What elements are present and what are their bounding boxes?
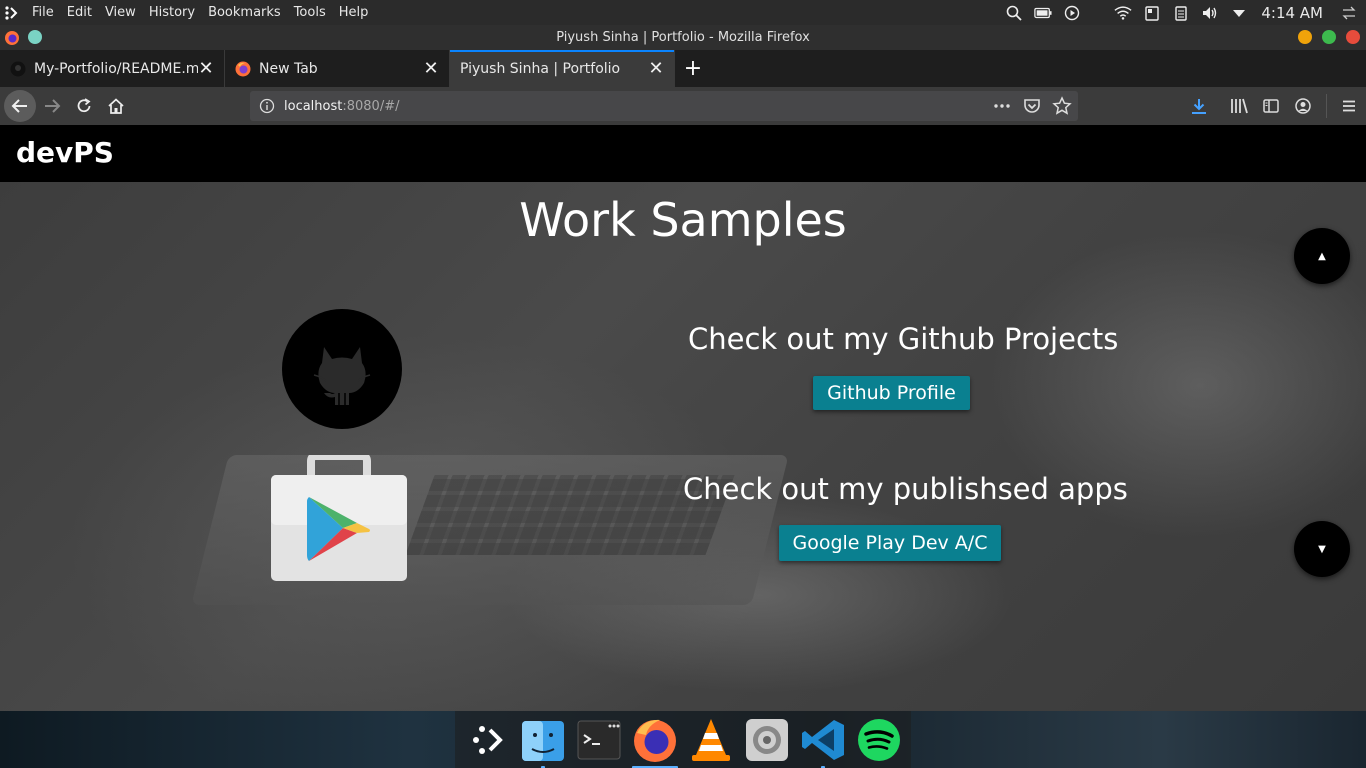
caret-down-icon: ▼: [1318, 543, 1326, 555]
menu-edit[interactable]: Edit: [67, 5, 101, 20]
apps-section-title: Check out my publishsed apps: [683, 472, 1128, 506]
google-play-button[interactable]: Google Play Dev A/C: [779, 525, 1001, 561]
battery-icon[interactable]: [1034, 4, 1052, 22]
scroll-down-button[interactable]: ▼: [1294, 521, 1350, 577]
site-navbar: devPS: [0, 125, 1366, 182]
window-pin-icon[interactable]: [28, 30, 42, 44]
page-actions-icon[interactable]: [992, 96, 1012, 120]
new-tab-button[interactable]: +: [675, 50, 711, 87]
close-tab-icon[interactable]: ✕: [423, 58, 439, 79]
window-title: Piyush Sinha | Portfolio - Mozilla Firef…: [556, 30, 810, 45]
separator: [1322, 93, 1330, 119]
tab-label: New Tab: [259, 60, 318, 77]
clock[interactable]: 4:14 AM: [1261, 4, 1323, 22]
menu-history[interactable]: History: [149, 5, 204, 20]
window-title-bar: Piyush Sinha | Portfolio - Mozilla Firef…: [0, 25, 1366, 50]
dock-vlc-icon[interactable]: [688, 717, 734, 763]
address-bar[interactable]: localhost:8080/#/: [250, 91, 1078, 121]
library-icon[interactable]: [1226, 93, 1252, 119]
tab-label: Piyush Sinha | Portfolio: [460, 60, 621, 77]
url-host: localhost: [284, 98, 343, 114]
home-button[interactable]: [100, 90, 132, 122]
clipboard-list-icon[interactable]: [1172, 4, 1190, 22]
firefox-icon: [4, 30, 20, 50]
caret-up-icon: ▲: [1318, 250, 1326, 262]
close-tab-icon[interactable]: ✕: [648, 58, 664, 79]
scroll-up-button[interactable]: ▲: [1294, 228, 1350, 284]
menu-bookmarks[interactable]: Bookmarks: [208, 5, 290, 20]
bookmark-star-icon[interactable]: [1052, 96, 1072, 120]
tab-portfolio[interactable]: Piyush Sinha | Portfolio ✕: [450, 50, 675, 87]
menu-tools[interactable]: Tools: [294, 5, 335, 20]
dropdown-arrow-icon[interactable]: [1230, 4, 1248, 22]
page-viewport: devPS Work Samples Check out my Github P…: [0, 125, 1366, 711]
firefox-favicon-icon: [235, 61, 251, 77]
network-switch-icon[interactable]: [1340, 4, 1358, 22]
dock-finder-icon[interactable]: [520, 717, 566, 768]
dock-launcher-icon[interactable]: [464, 717, 510, 763]
github-logo-icon: [282, 309, 402, 429]
dock-settings-icon[interactable]: [744, 717, 790, 763]
url-path: :8080/#/: [342, 98, 400, 114]
media-play-icon[interactable]: [1063, 4, 1081, 22]
menu-help[interactable]: Help: [339, 5, 378, 20]
dock: [455, 711, 911, 768]
forward-button[interactable]: [36, 90, 68, 122]
system-top-bar: File Edit View History Bookmarks Tools H…: [0, 0, 1366, 25]
downloads-icon[interactable]: [1186, 93, 1212, 119]
toolbar-right: [1186, 87, 1366, 125]
app-launcher-icon[interactable]: [0, 1, 24, 25]
site-brand[interactable]: devPS: [16, 136, 114, 169]
reload-button[interactable]: [68, 90, 100, 122]
maximize-button[interactable]: [1322, 30, 1336, 44]
close-window-button[interactable]: [1346, 30, 1360, 44]
minimize-button[interactable]: [1298, 30, 1312, 44]
github-favicon-icon: [10, 61, 26, 77]
tab-readme[interactable]: My-Portfolio/README.md ✕: [0, 50, 225, 87]
back-button[interactable]: [4, 90, 36, 122]
dock-firefox-icon[interactable]: [632, 717, 678, 768]
sidebar-icon[interactable]: [1258, 93, 1284, 119]
url-text[interactable]: localhost:8080/#/: [284, 99, 399, 114]
pocket-icon[interactable]: [1022, 96, 1042, 120]
clipboard-icon[interactable]: [1143, 4, 1161, 22]
dock-spotify-icon[interactable]: [856, 717, 902, 763]
search-icon[interactable]: [1005, 4, 1023, 22]
close-tab-icon[interactable]: ✕: [198, 58, 214, 79]
navigation-toolbar: localhost:8080/#/: [0, 87, 1366, 125]
volume-icon[interactable]: [1201, 4, 1219, 22]
github-profile-button[interactable]: Github Profile: [813, 376, 970, 410]
info-icon[interactable]: [258, 97, 276, 115]
account-icon[interactable]: [1290, 93, 1316, 119]
section-heading: Work Samples: [519, 193, 847, 247]
google-play-logo-icon: [271, 452, 407, 581]
github-section-title: Check out my Github Projects: [688, 322, 1119, 356]
tab-strip: My-Portfolio/README.md ✕ New Tab ✕ Piyus…: [0, 50, 1366, 87]
dock-vscode-icon[interactable]: [800, 717, 846, 768]
dock-terminal-icon[interactable]: [576, 717, 622, 763]
menu-file[interactable]: File: [32, 5, 63, 20]
app-menu: File Edit View History Bookmarks Tools H…: [32, 5, 381, 20]
wifi-icon[interactable]: [1114, 4, 1132, 22]
menu-view[interactable]: View: [105, 5, 145, 20]
hamburger-menu-icon[interactable]: [1336, 93, 1362, 119]
system-tray: 4:14 AM: [1005, 0, 1366, 25]
tab-new-tab[interactable]: New Tab ✕: [225, 50, 450, 87]
tab-label: My-Portfolio/README.md: [34, 60, 198, 77]
